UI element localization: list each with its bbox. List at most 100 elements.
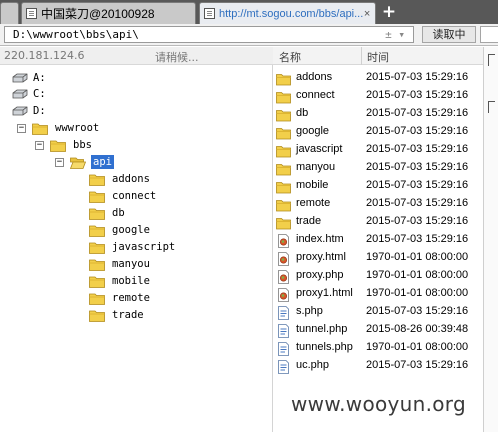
tree-label: google xyxy=(112,224,150,236)
file-time: 2015-07-03 15:29:16 xyxy=(366,71,469,83)
column-divider[interactable] xyxy=(361,47,362,65)
file-time: 2015-07-03 15:29:16 xyxy=(366,197,469,209)
tab-caidao-title: 中国菜刀@20100928 xyxy=(41,7,155,21)
tree-folder-wwwroot[interactable]: wwwroot xyxy=(32,120,101,136)
file-time: 1970-01-01 08:00:00 xyxy=(366,287,469,299)
file-name: manyou xyxy=(296,161,336,173)
tree-folder-db[interactable]: db xyxy=(89,205,127,221)
file-time: 1970-01-01 08:00:00 xyxy=(366,269,469,281)
connection-status: 220.181.124.6 请稍候... xyxy=(0,47,273,65)
folder-icon xyxy=(276,107,291,122)
status-message: 请稍候... xyxy=(155,51,199,64)
tree-folder-connect[interactable]: connect xyxy=(89,188,158,204)
folder-icon xyxy=(89,208,105,220)
tab-shell-url[interactable]: http://mt.sogou.com/bbs/api... × xyxy=(199,2,376,24)
tree-folder-remote[interactable]: remote xyxy=(89,290,152,306)
tab-overflow[interactable] xyxy=(0,2,19,24)
side-panel-edge xyxy=(483,47,498,432)
collapse-toggle-bbs[interactable]: − xyxy=(35,141,44,150)
file-name: db xyxy=(296,107,309,119)
tree-label: connect xyxy=(112,190,157,202)
file-row[interactable]: remote 2015-07-03 15:29:16 xyxy=(273,195,483,213)
drive-icon xyxy=(12,89,28,99)
path-side-field xyxy=(480,26,498,43)
tree-label: A: xyxy=(33,72,46,84)
tree-folder-javascript[interactable]: javascript xyxy=(89,239,177,255)
php-file-icon xyxy=(276,359,291,374)
watermark: www.wooyun.org xyxy=(291,392,466,416)
tree-drive-a[interactable]: A: xyxy=(12,70,48,86)
file-row[interactable]: tunnels.php 1970-01-01 08:00:00 xyxy=(273,339,483,357)
file-name: tunnel.php xyxy=(296,323,348,335)
file-row[interactable]: manyou 2015-07-03 15:29:16 xyxy=(273,159,483,177)
file-name: google xyxy=(296,125,330,137)
file-row[interactable]: addons 2015-07-03 15:29:16 xyxy=(273,69,483,87)
drive-icon xyxy=(12,106,28,116)
file-time: 1970-01-01 08:00:00 xyxy=(366,341,469,353)
file-name: mobile xyxy=(296,179,329,191)
file-row[interactable]: trade 2015-07-03 15:29:16 xyxy=(273,213,483,231)
file-row[interactable]: connect 2015-07-03 15:29:16 xyxy=(273,87,483,105)
column-header-time[interactable]: 时间 xyxy=(367,49,389,65)
folder-icon xyxy=(89,242,105,254)
close-icon[interactable]: × xyxy=(363,7,371,20)
panel-edge-mark xyxy=(488,54,495,66)
file-row[interactable]: s.php 2015-07-03 15:29:16 xyxy=(273,303,483,321)
collapse-toggle-wwwroot[interactable]: − xyxy=(17,124,26,133)
tree-drive-c[interactable]: C: xyxy=(12,86,48,102)
html-file-icon xyxy=(276,269,291,284)
file-row[interactable]: proxy.html 1970-01-01 08:00:00 xyxy=(273,249,483,267)
file-name: javascript xyxy=(296,143,343,155)
tree-folder-trade[interactable]: trade xyxy=(89,307,146,323)
file-row[interactable]: tunnel.php 2015-08-26 00:39:48 xyxy=(273,321,483,339)
file-time: 2015-07-03 15:29:16 xyxy=(366,89,469,101)
folder-icon xyxy=(89,174,105,186)
column-header-name[interactable]: 名称 xyxy=(279,49,301,65)
page-icon xyxy=(204,8,215,19)
read-button[interactable]: 读取中 xyxy=(422,26,476,43)
php-file-icon xyxy=(276,305,291,320)
tree-folder-api[interactable]: api xyxy=(70,154,114,170)
open-folder-icon xyxy=(70,157,86,169)
file-time: 2015-07-03 15:29:16 xyxy=(366,161,469,173)
collapse-toggle-api[interactable]: − xyxy=(55,158,64,167)
folder-icon xyxy=(276,89,291,104)
tree-label: remote xyxy=(112,292,150,304)
file-time: 2015-07-03 15:29:16 xyxy=(366,233,469,245)
file-row[interactable]: proxy1.html 1970-01-01 08:00:00 xyxy=(273,285,483,303)
path-tools-icon[interactable]: ± ▾ xyxy=(385,27,405,42)
file-row[interactable]: google 2015-07-03 15:29:16 xyxy=(273,123,483,141)
file-row[interactable]: javascript 2015-07-03 15:29:16 xyxy=(273,141,483,159)
tree-folder-addons[interactable]: addons xyxy=(89,171,152,187)
new-tab-button[interactable]: + xyxy=(380,3,398,21)
file-row[interactable]: uc.php 2015-07-03 15:29:16 xyxy=(273,357,483,375)
file-row[interactable]: index.htm 2015-07-03 15:29:16 xyxy=(273,231,483,249)
file-list-header: 名称 时间 xyxy=(273,47,483,65)
file-name: tunnels.php xyxy=(296,341,353,353)
file-row[interactable]: proxy.php 1970-01-01 08:00:00 xyxy=(273,267,483,285)
tree-drive-d[interactable]: D: xyxy=(12,103,48,119)
file-name: proxy1.html xyxy=(296,287,353,299)
folder-icon xyxy=(32,123,48,135)
file-row[interactable]: mobile 2015-07-03 15:29:16 xyxy=(273,177,483,195)
tab-caidao[interactable]: 中国菜刀@20100928 xyxy=(21,2,196,24)
path-input[interactable]: D:\wwwroot\bbs\api\ ± ▾ xyxy=(4,26,414,43)
tree-label: mobile xyxy=(112,275,150,287)
file-row[interactable]: db 2015-07-03 15:29:16 xyxy=(273,105,483,123)
tree-folder-manyou[interactable]: manyou xyxy=(89,256,152,272)
file-time: 2015-08-26 00:39:48 xyxy=(366,323,469,335)
folder-icon xyxy=(276,125,291,140)
html-file-icon xyxy=(276,251,291,266)
tree-folder-bbs[interactable]: bbs xyxy=(50,137,94,153)
file-name: s.php xyxy=(296,305,323,317)
tree-folder-google[interactable]: google xyxy=(89,222,152,238)
file-time: 2015-07-03 15:29:16 xyxy=(366,359,469,371)
tree-label-selected: api xyxy=(91,155,114,169)
file-list: 名称 时间 addons 2015-07-03 15:29:16 connect 20… xyxy=(273,47,483,432)
folder-icon xyxy=(276,161,291,176)
tree-label: manyou xyxy=(112,258,150,270)
tab-shell-url-title: http://mt.sogou.com/bbs/api... xyxy=(219,7,364,20)
server-ip: 220.181.124.6 xyxy=(4,49,85,62)
tree-label: D: xyxy=(33,105,46,117)
tree-folder-mobile[interactable]: mobile xyxy=(89,273,152,289)
